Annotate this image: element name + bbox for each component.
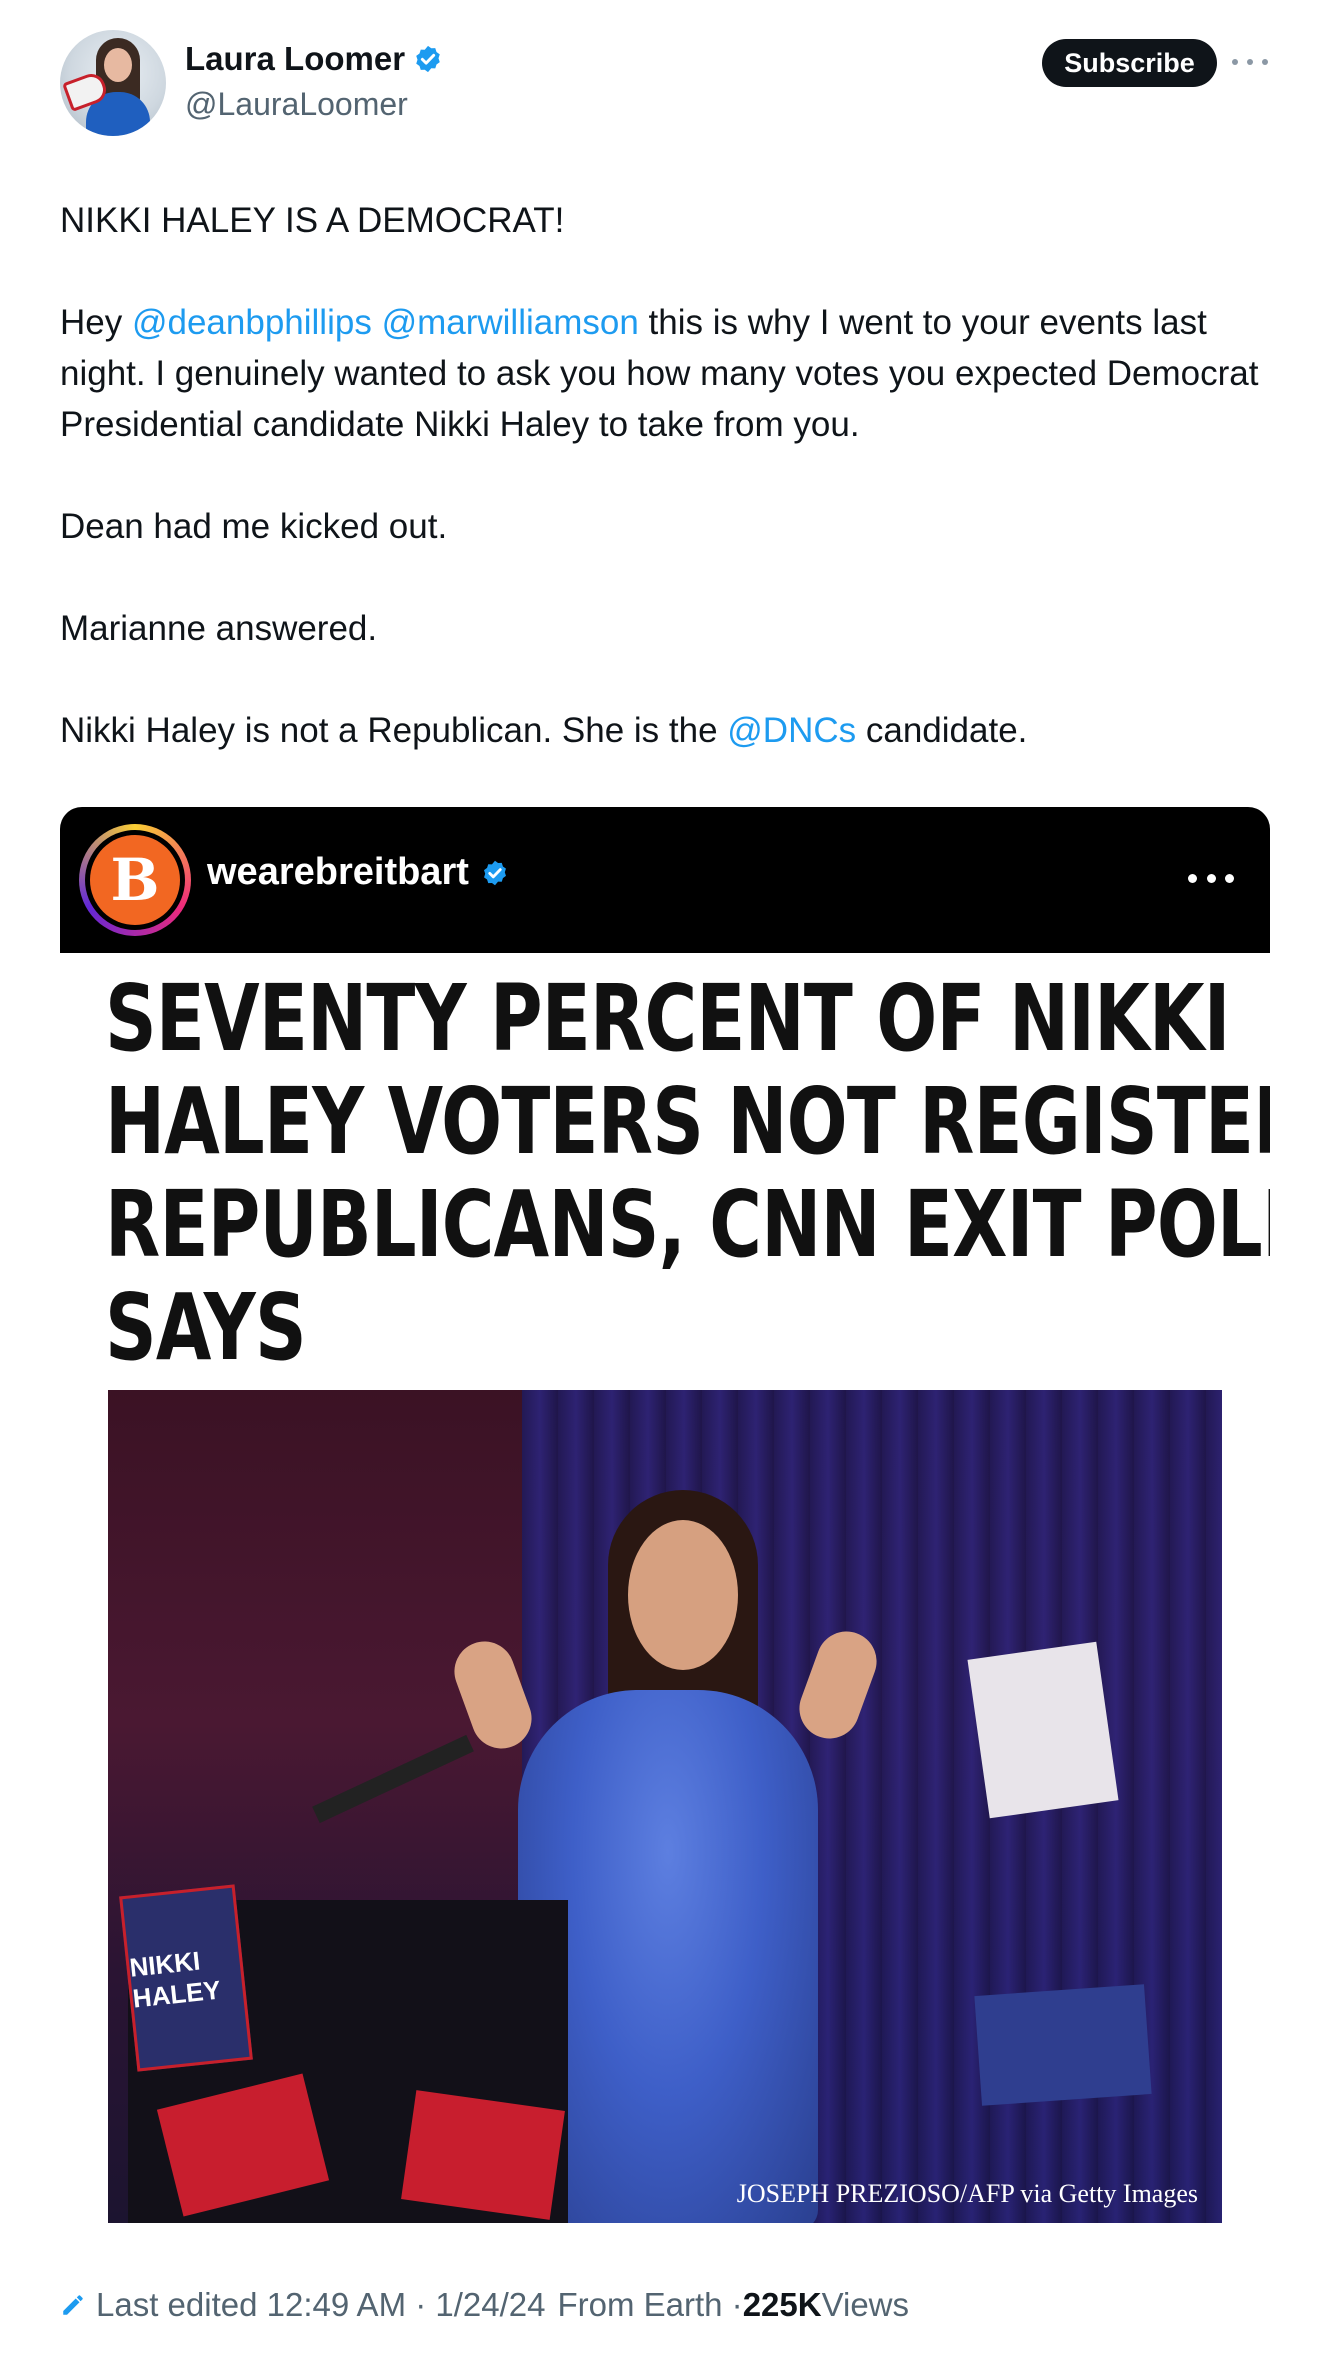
- mention-link[interactable]: @DNCs: [727, 711, 856, 750]
- tweet-text-segment: candidate.: [856, 711, 1028, 750]
- subscribe-button[interactable]: Subscribe: [1042, 39, 1217, 87]
- embedded-post-header: B wearebreitbart: [60, 807, 1270, 953]
- views-label: Views: [821, 2286, 910, 2323]
- edit-pencil-icon: [63, 2295, 83, 2315]
- tweet-paragraph-2: Hey @deanbphillips @marwilliamson this i…: [60, 297, 1290, 450]
- author-name[interactable]: Laura Loomer: [185, 40, 443, 78]
- tweet-text-segment: Hey: [60, 303, 132, 342]
- more-dot: [1247, 59, 1253, 65]
- tweet-paragraph-5: Nikki Haley is not a Republican. She is …: [60, 705, 1290, 756]
- verified-badge-icon: [483, 860, 506, 885]
- tweet-line-4: Marianne answered.: [60, 609, 378, 648]
- tweet-line-3: Dean had me kicked out.: [60, 507, 448, 546]
- more-options-icon[interactable]: [1232, 44, 1268, 80]
- breitbart-logo-letter: B: [90, 835, 180, 925]
- embedded-headline: SEVENTY PERCENT OF NIKKI HALEY VOTERS NO…: [105, 965, 1270, 1381]
- headline-line: HALEY VOTERS NOT REGISTERED: [105, 1068, 1270, 1175]
- mention-link[interactable]: @marwilliamson: [382, 303, 639, 342]
- tweet-media-image[interactable]: B wearebreitbart SEVENTY PERCENT OF NIKK…: [60, 807, 1270, 2252]
- last-edited-link[interactable]: Last edited 12:49 AM · 1/24/24: [96, 2286, 545, 2324]
- photo-podium-sign: NIKKI HALEY: [119, 1884, 253, 2072]
- tweet-footer: Last edited 12:49 AM · 1/24/24 From Eart…: [60, 2286, 909, 2324]
- photo-crowd-sign: [401, 2090, 565, 2220]
- author-name-text[interactable]: Laura Loomer: [185, 40, 405, 78]
- headline-line: SEVENTY PERCENT OF NIKKI: [105, 965, 1230, 1072]
- views-count: 225K: [742, 2286, 822, 2323]
- location-text: From Earth ·: [557, 2286, 743, 2323]
- rally-photo: NIKKI HALEY JOSEPH PREZIOSO/AFP via Gett…: [108, 1390, 1222, 2223]
- tweet-text: NIKKI HALEY IS A DEMOCRAT! Hey @deanbphi…: [60, 195, 1290, 756]
- headline-line: REPUBLICANS, CNN EXIT POLL: [105, 1171, 1270, 1278]
- tweet-text-segment: Nikki Haley is not a Republican. She is …: [60, 711, 728, 750]
- photo-speaker-head: [628, 1520, 738, 1670]
- embedded-more-icon: [1188, 873, 1234, 883]
- more-dot: [1232, 59, 1238, 65]
- photo-crowd-sign: [967, 1641, 1119, 1819]
- headline-line: SAYS: [105, 1274, 307, 1381]
- verified-badge-icon: [416, 45, 440, 73]
- more-dot: [1262, 59, 1268, 65]
- mention-link[interactable]: @deanbphillips: [132, 303, 372, 342]
- breitbart-logo-avatar: B: [79, 824, 191, 936]
- embedded-account-name-text: wearebreitbart: [207, 851, 469, 893]
- tweet-line-1: NIKKI HALEY IS A DEMOCRAT!: [60, 201, 565, 240]
- avatar-face: [104, 48, 132, 82]
- photo-credit: JOSEPH PREZIOSO/AFP via Getty Images: [736, 2179, 1198, 2208]
- author-handle[interactable]: @LauraLoomer: [185, 86, 408, 123]
- photo-microphone: [312, 1734, 474, 1824]
- author-avatar[interactable]: [60, 30, 166, 136]
- photo-crowd-sign: [974, 1984, 1152, 2106]
- embedded-account-name: wearebreitbart: [207, 851, 509, 894]
